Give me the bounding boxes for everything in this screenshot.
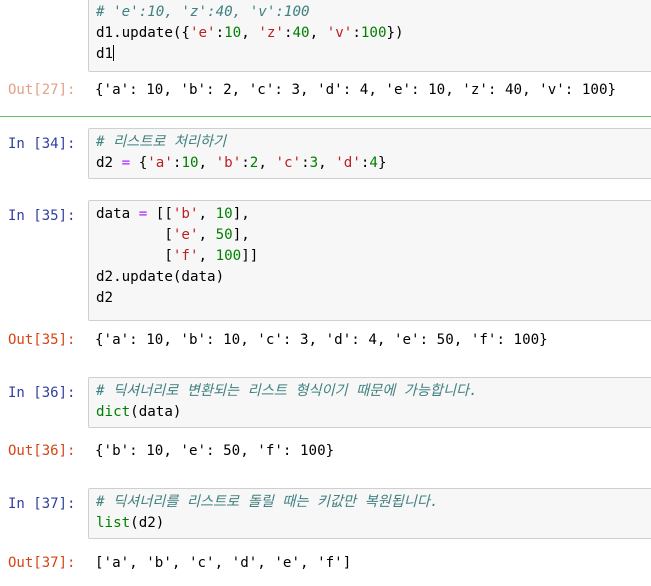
- output-35: {'a': 10, 'b': 10, 'c': 3, 'd': 4, 'e': …: [95, 332, 548, 348]
- code-text: (d2): [130, 515, 165, 531]
- string-literal: 'f': [172, 248, 199, 264]
- code-text: ,: [198, 155, 216, 171]
- output-37: ['a', 'b', 'c', 'd', 'e', 'f']: [95, 555, 352, 571]
- code-text: [[: [147, 206, 173, 222]
- code-text: ,: [309, 25, 327, 41]
- code-text: :: [301, 155, 310, 171]
- code-line: d1.update({'e':10, 'z':40, 'v':100}): [96, 23, 651, 44]
- in-prompt-36: In [36]:: [8, 385, 76, 401]
- code-text: :: [283, 25, 293, 41]
- comment: # 딕셔너리를 리스트로 돌릴 때는 키값만 복원됩니다.: [96, 494, 439, 510]
- number-literal: 100: [360, 25, 387, 41]
- code-line: d1: [96, 44, 651, 65]
- code-line: d2 = {'a':10, 'b':2, 'c':3, 'd':4}: [96, 153, 651, 174]
- out-prompt-37: Out[37]:: [8, 555, 76, 571]
- out-prompt-36: Out[36]:: [8, 443, 76, 459]
- comment: # 리스트로 처리하기: [96, 134, 227, 150]
- string-literal: 'c': [275, 155, 302, 171]
- code-input-27[interactable]: # 'e':10, 'z':40, 'v':100 d1.update({'e'…: [88, 0, 651, 72]
- code-text: {: [130, 155, 148, 171]
- string-literal: 'e': [172, 227, 199, 243]
- code-line: # 'e':10, 'z':40, 'v':100: [96, 2, 651, 23]
- code-text: d2: [96, 290, 114, 306]
- code-line: list(d2): [96, 513, 651, 534]
- string-literal: 'z': [258, 25, 284, 41]
- builtin-function: dict: [96, 404, 131, 420]
- code-line: # 딕셔너리를 리스트로 돌릴 때는 키값만 복원됩니다.: [96, 492, 651, 513]
- code-line: ['f', 100]]: [96, 246, 651, 267]
- number-literal: 10: [224, 25, 242, 41]
- code-text: ,: [258, 155, 276, 171]
- code-line: # 딕셔너리로 변환되는 리스트 형식이기 때문에 가능합니다.: [96, 381, 651, 402]
- operator: =: [138, 206, 148, 222]
- out-prompt-35: Out[35]:: [8, 332, 76, 348]
- code-text: d1.update({: [96, 25, 190, 41]
- string-literal: 'e': [189, 25, 216, 41]
- string-literal: 'd': [335, 155, 361, 171]
- output-36: {'b': 10, 'e': 50, 'f': 100}: [95, 443, 335, 459]
- code-input-35[interactable]: data = [['b', 10], ['e', 50], ['f', 100]…: [88, 200, 651, 321]
- in-prompt-37: In [37]:: [8, 496, 76, 512]
- number-literal: 4: [369, 155, 378, 171]
- string-literal: 'v': [326, 25, 353, 41]
- code-text: ,: [198, 248, 216, 264]
- code-text: d2: [96, 155, 122, 171]
- code-text: d1: [96, 46, 114, 62]
- code-text: ],: [232, 206, 250, 222]
- code-text: :: [215, 25, 225, 41]
- code-line: dict(data): [96, 402, 651, 423]
- number-literal: 100: [215, 248, 242, 264]
- number-literal: 10: [181, 155, 199, 171]
- code-text: ],: [232, 227, 250, 243]
- code-text: ,: [198, 206, 216, 222]
- code-text: data: [96, 206, 139, 222]
- code-input-37[interactable]: # 딕셔너리를 리스트로 돌릴 때는 키값만 복원됩니다. list(d2): [88, 488, 651, 539]
- code-text: ,: [241, 25, 259, 41]
- code-line: d2: [96, 288, 651, 309]
- code-text: }: [377, 155, 387, 171]
- string-literal: 'a': [147, 155, 173, 171]
- code-line: # 리스트로 처리하기: [96, 132, 651, 153]
- code-text: (data): [130, 404, 182, 420]
- builtin-function: list: [96, 515, 131, 531]
- code-input-36[interactable]: # 딕셔너리로 변환되는 리스트 형식이기 때문에 가능합니다. dict(da…: [88, 377, 651, 428]
- code-text: d2.update(data): [96, 269, 225, 285]
- code-text: [: [96, 248, 173, 264]
- output-27: {'a': 10, 'b': 2, 'c': 3, 'd': 4, 'e': 1…: [95, 82, 617, 98]
- code-text: [: [96, 227, 173, 243]
- code-text: :: [352, 25, 361, 41]
- comment: # 딕셔너리로 변환되는 리스트 형식이기 때문에 가능합니다.: [96, 383, 478, 399]
- code-text: ]]: [241, 248, 259, 264]
- number-literal: 40: [292, 25, 310, 41]
- code-text: ,: [198, 227, 216, 243]
- in-prompt-34: In [34]:: [8, 136, 76, 152]
- code-line: data = [['b', 10],: [96, 204, 651, 225]
- text-cursor: [113, 45, 115, 61]
- code-text: }): [386, 25, 404, 41]
- code-line: d2.update(data): [96, 267, 651, 288]
- string-literal: 'b': [172, 206, 199, 222]
- cell-divider: [0, 116, 651, 117]
- string-literal: 'b': [215, 155, 242, 171]
- out-prompt-27: Out[27]:: [8, 82, 76, 98]
- code-input-34[interactable]: # 리스트로 처리하기 d2 = {'a':10, 'b':2, 'c':3, …: [88, 128, 651, 179]
- in-prompt-35: In [35]:: [8, 208, 76, 224]
- code-text: :: [241, 155, 250, 171]
- operator: =: [121, 155, 131, 171]
- code-line: ['e', 50],: [96, 225, 651, 246]
- number-literal: 3: [309, 155, 319, 171]
- comment: # 'e':10, 'z':40, 'v':100: [96, 4, 310, 20]
- number-literal: 50: [215, 227, 233, 243]
- number-literal: 10: [215, 206, 233, 222]
- code-text: ,: [318, 155, 336, 171]
